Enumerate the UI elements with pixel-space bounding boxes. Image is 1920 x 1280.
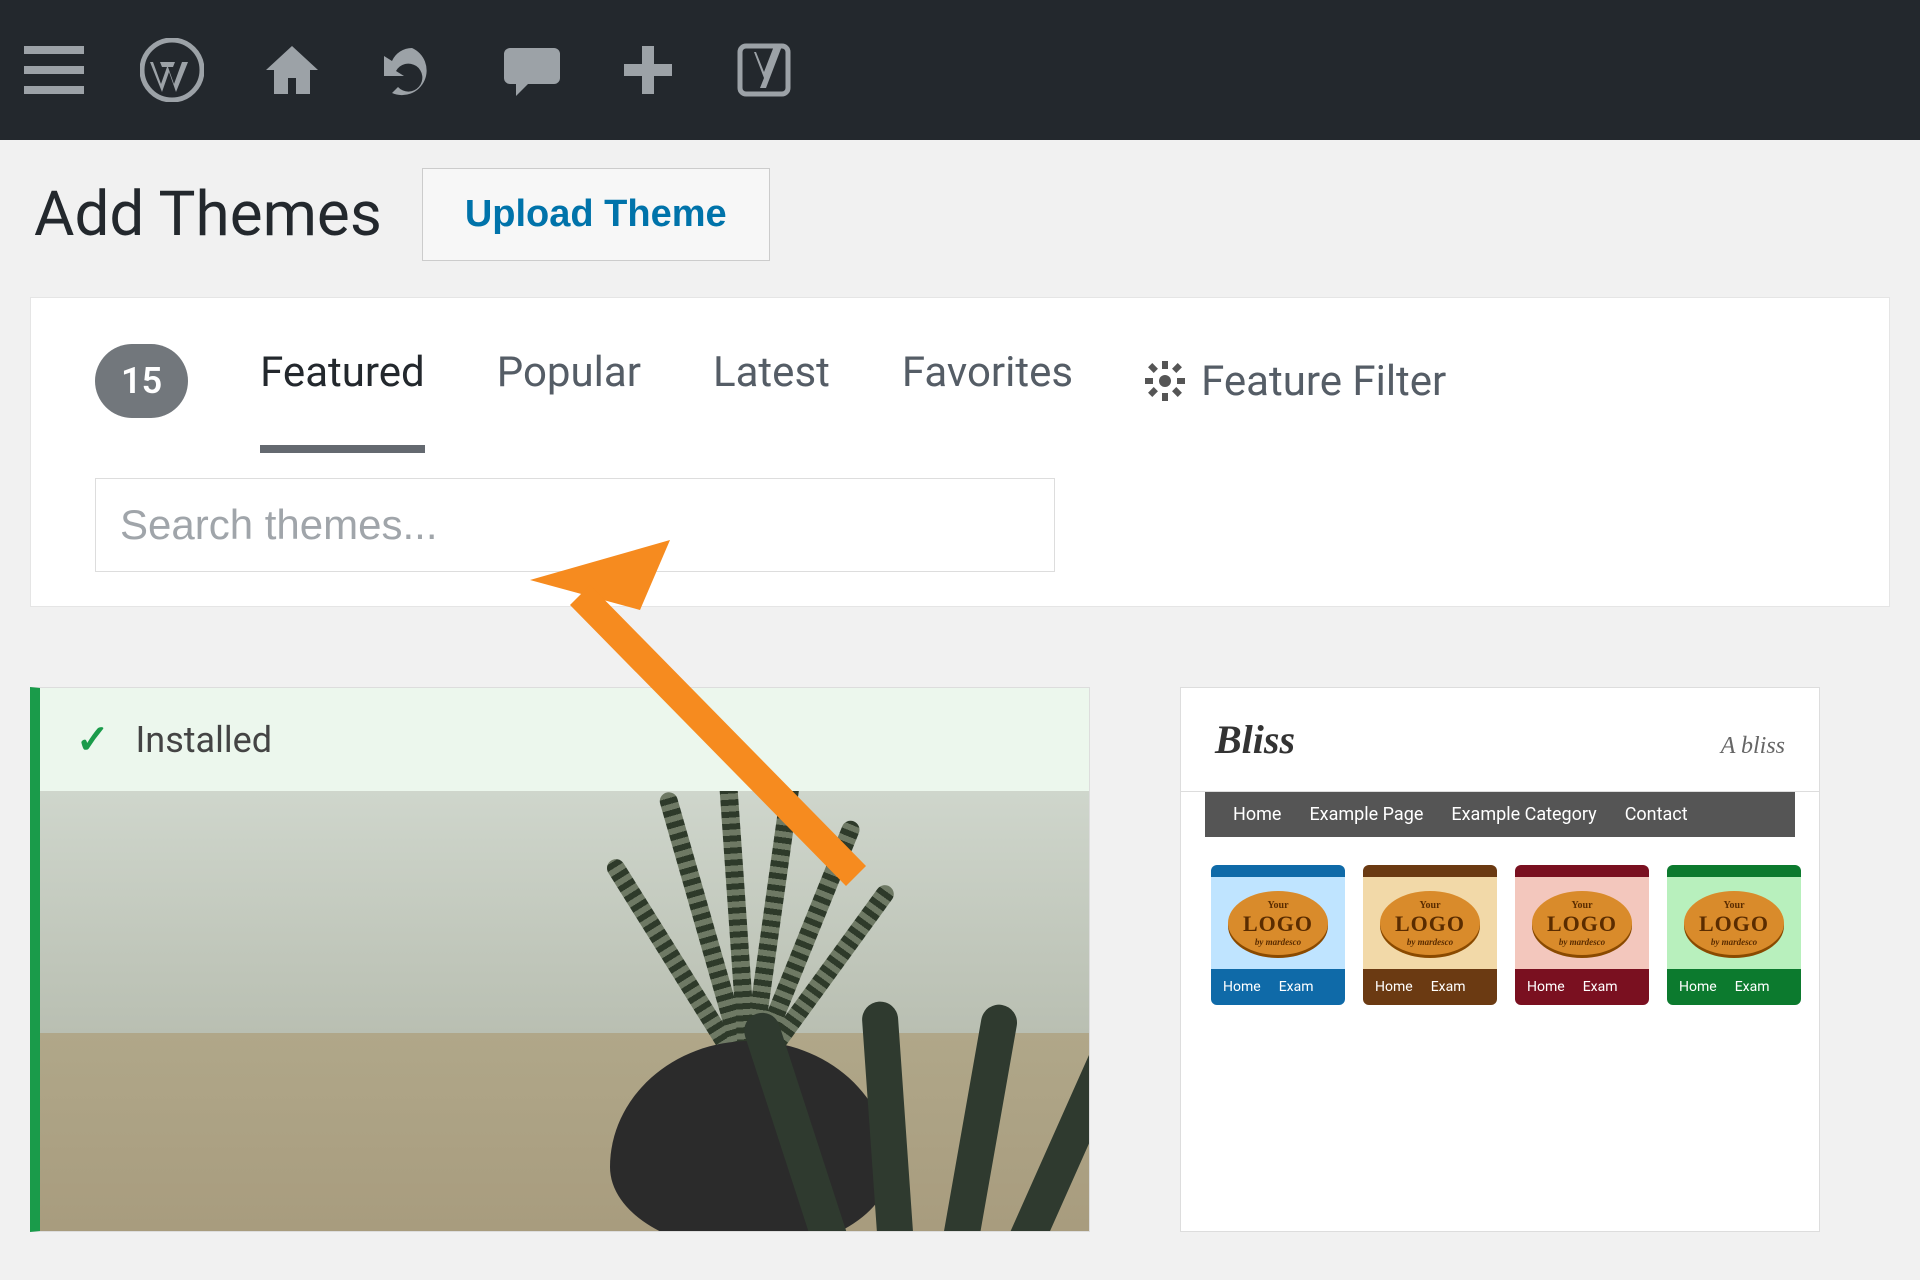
nav-item: Home: [1233, 804, 1281, 825]
logo-icon: YourLOGOby mardesco: [1532, 891, 1632, 955]
check-icon: ✓: [76, 716, 110, 763]
tab-favorites[interactable]: Favorites: [902, 348, 1073, 415]
theme-preview-nav: Home Example Page Example Category Conta…: [1205, 792, 1795, 837]
filter-bar: 15 Featured Popular Latest Favorites Fea…: [30, 297, 1890, 607]
search-input[interactable]: [95, 478, 1055, 572]
updates-icon[interactable]: [380, 38, 444, 102]
feature-filter-button[interactable]: Feature Filter: [1145, 357, 1446, 406]
theme-count-badge: 15: [95, 344, 188, 418]
themes-grid: ✓ Installed Bliss A: [0, 607, 1920, 1232]
menu-icon[interactable]: [24, 46, 84, 94]
upload-theme-button[interactable]: Upload Theme: [422, 168, 770, 261]
yoast-icon[interactable]: [732, 38, 796, 102]
theme-screenshot: Bliss A bliss Home Example Page Example …: [1181, 688, 1819, 1005]
tab-latest[interactable]: Latest: [713, 348, 830, 415]
nav-item: Example Category: [1451, 804, 1596, 825]
wordpress-icon[interactable]: [140, 38, 204, 102]
theme-card[interactable]: ✓ Installed: [30, 687, 1090, 1232]
feature-filter-label: Feature Filter: [1201, 357, 1446, 406]
theme-card[interactable]: Bliss A bliss Home Example Page Example …: [1180, 687, 1820, 1232]
page-header: Add Themes Upload Theme: [0, 140, 1920, 297]
tab-featured[interactable]: Featured: [260, 348, 425, 415]
home-icon[interactable]: [260, 38, 324, 102]
color-variant-card: YourLOGOby mardesco HomeExam: [1667, 865, 1801, 1005]
theme-tagline: A bliss: [1721, 733, 1785, 760]
page-title: Add Themes: [34, 178, 382, 251]
theme-title: Bliss: [1215, 716, 1295, 763]
color-variant-card: YourLOGOby mardesco HomeExam: [1515, 865, 1649, 1005]
new-icon[interactable]: [620, 42, 676, 98]
theme-screenshot: [40, 791, 1089, 1231]
color-variant-card: YourLOGOby mardesco HomeExam: [1363, 865, 1497, 1005]
tab-popular[interactable]: Popular: [497, 348, 641, 415]
nav-item: Contact: [1625, 804, 1688, 825]
gear-icon: [1145, 361, 1185, 401]
logo-icon: YourLOGOby mardesco: [1380, 891, 1480, 955]
logo-icon: YourLOGOby mardesco: [1684, 891, 1784, 955]
color-variant-card: YourLOGOby mardesco HomeExam: [1211, 865, 1345, 1005]
installed-label: Installed: [136, 719, 273, 761]
admin-bar: [0, 0, 1920, 140]
logo-icon: YourLOGOby mardesco: [1228, 891, 1328, 955]
installed-banner: ✓ Installed: [40, 688, 1089, 791]
comments-icon[interactable]: [500, 38, 564, 102]
nav-item: Example Page: [1309, 804, 1423, 825]
